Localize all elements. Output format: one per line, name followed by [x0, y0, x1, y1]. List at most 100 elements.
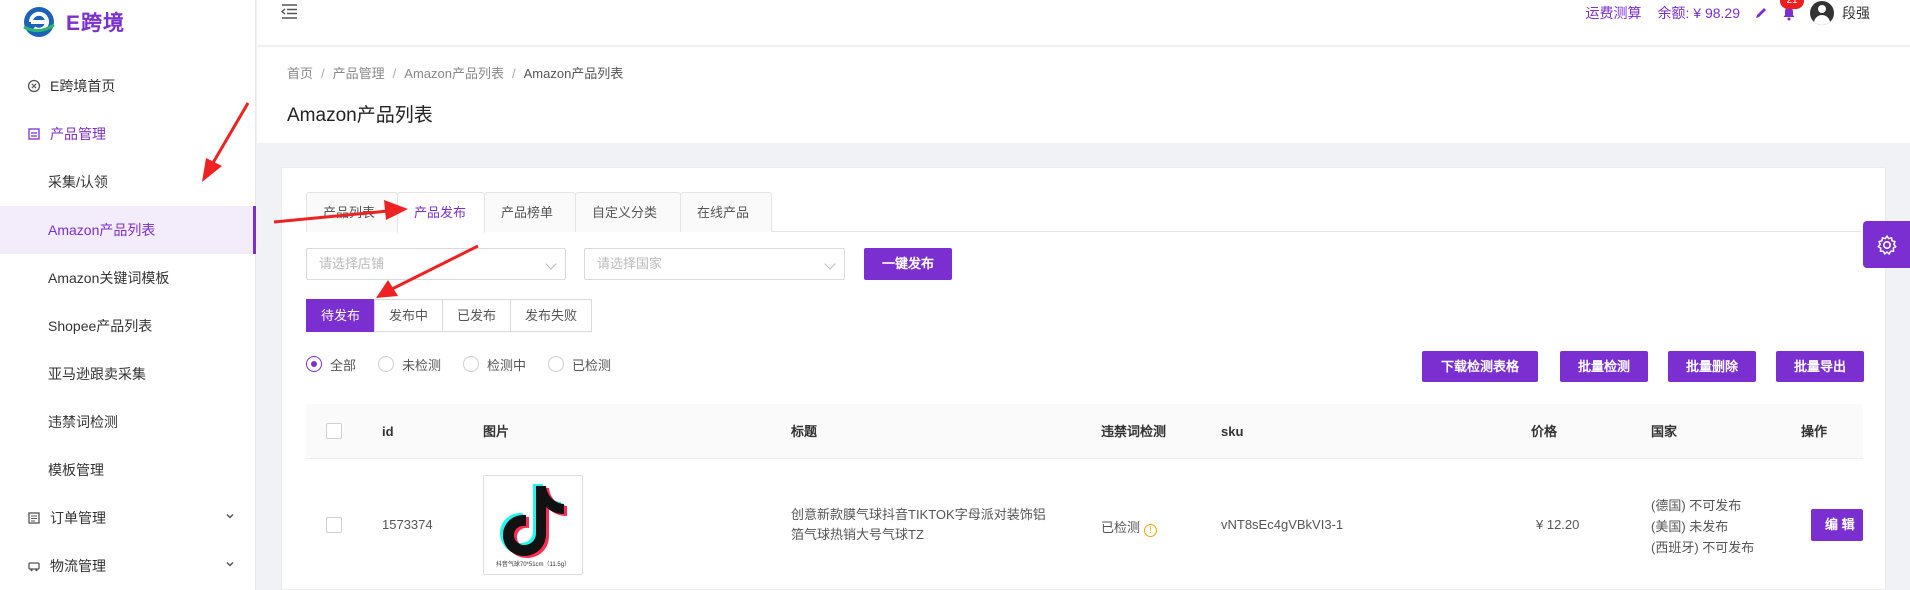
sidebar-item-label: 违禁词检测 — [48, 414, 118, 430]
radio-all[interactable]: 全部 — [306, 355, 356, 374]
status-tabs: 待发布 发布中 已发布 发布失败 — [306, 299, 593, 332]
status-published[interactable]: 已发布 — [442, 299, 512, 332]
sidebar-item-amazon-keywords[interactable]: Amazon关键词模板 — [0, 254, 255, 302]
select-all-checkbox[interactable] — [326, 423, 342, 439]
radio-unchecked[interactable]: 未检测 — [378, 355, 441, 374]
settings-tab[interactable] — [1863, 221, 1910, 268]
cell-country-de: (德国) 不可发布 — [1651, 498, 1742, 513]
sidebar-item-label: Shopee产品列表 — [48, 318, 153, 334]
radio-checking[interactable]: 检测中 — [463, 355, 526, 374]
country-select[interactable]: 请选择国家 — [584, 248, 845, 280]
tab-product-ranking[interactable]: 产品榜单 — [484, 192, 576, 232]
radio-checked[interactable]: 已检测 — [548, 355, 611, 374]
balance-text: 余额: ¥ 98.29 — [1657, 5, 1741, 21]
sidebar-item-home[interactable]: E跨境首页 — [0, 62, 255, 110]
col-actions: 操作 — [1801, 424, 1828, 439]
sidebar: E跨境 E跨境首页 产品管理 采集/认领 Amazon产品列表 Amazon关键… — [0, 0, 256, 590]
tab-online-products[interactable]: 在线产品 — [680, 192, 772, 232]
sidebar-item-logistics[interactable]: 物流管理 — [0, 542, 255, 590]
menu-fold-icon[interactable] — [279, 2, 299, 20]
cell-title-line2: 箔气球热销大号气球TZ — [791, 527, 924, 542]
radio-label: 全部 — [330, 357, 357, 373]
status-pending[interactable]: 待发布 — [306, 299, 376, 332]
radio-circle — [548, 356, 565, 372]
radio-circle — [306, 356, 322, 372]
breadcrumb: 首页 / 产品管理 / Amazon产品列表 / Amazon产品列表 — [287, 66, 624, 81]
radio-label: 检测中 — [487, 357, 527, 373]
bell-icon[interactable]: 21 — [1780, 0, 1804, 21]
cell-sku: vNT8sEc4gVBkVI3-1 — [1221, 517, 1344, 532]
page-title: Amazon产品列表 — [287, 105, 433, 126]
tab-product-list[interactable]: 产品列表 — [306, 192, 398, 232]
publish-all-button[interactable]: 一键发布 — [864, 248, 952, 280]
product-table: id 图片 标题 违禁词检测 sku 价格 国家 操作 1573374 抖音气球… — [306, 404, 1863, 590]
col-title: 标题 — [791, 424, 818, 439]
store-select-placeholder: 请选择店铺 — [319, 256, 385, 271]
country-select-placeholder: 请选择国家 — [597, 256, 663, 271]
tab-custom-category[interactable]: 自定义分类 — [575, 192, 681, 232]
radio-label: 未检测 — [402, 357, 442, 373]
sidebar-item-collect[interactable]: 采集/认领 — [0, 158, 255, 206]
sidebar-item-label: Amazon产品列表 — [48, 222, 156, 238]
sidebar-item-shopee-products[interactable]: Shopee产品列表 — [0, 302, 255, 350]
sidebar-item-label: 模板管理 — [48, 462, 104, 478]
store-select[interactable]: 请选择店铺 — [306, 248, 566, 280]
tab-bar: 产品列表 产品发布 产品榜单 自定义分类 在线产品 — [306, 192, 1861, 233]
sidebar-item-banned-words[interactable]: 违禁词检测 — [0, 398, 255, 446]
tab-product-publish[interactable]: 产品发布 — [397, 192, 485, 233]
sidebar-item-label: 订单管理 — [50, 510, 106, 526]
main-card: 产品列表 产品发布 产品榜单 自定义分类 在线产品 请选择店铺 请选择国家 一键… — [281, 167, 1886, 590]
sidebar-item-label: Amazon关键词模板 — [48, 270, 170, 286]
product-image[interactable]: 抖音气球70*51cm（11.5g） — [483, 475, 583, 575]
cell-country-us: (美国) 未发布 — [1651, 519, 1729, 534]
notification-badge: 21 — [1780, 0, 1804, 9]
sidebar-item-product-management[interactable]: 产品管理 — [0, 110, 255, 158]
top-header: 运费测算 余额: ¥ 98.29 21 段强 — [257, 0, 1910, 46]
edit-icon[interactable] — [1754, 6, 1768, 20]
edit-button[interactable]: 编 辑 — [1811, 509, 1863, 541]
row-checkbox[interactable] — [326, 517, 342, 533]
logo[interactable]: E跨境 — [0, 0, 255, 44]
batch-export-button[interactable]: 批量导出 — [1776, 351, 1864, 382]
sidebar-item-label: E跨境首页 — [50, 78, 116, 94]
cell-country-es: (西班牙) 不可发布 — [1651, 540, 1755, 555]
chevron-down-icon — [824, 258, 836, 270]
table-row: 1573374 抖音气球70*51cm（11.5g） 创意新款膜气球抖音TIKT… — [306, 459, 1863, 590]
logo-icon — [22, 5, 56, 39]
radio-circle — [378, 356, 395, 372]
product-icon — [26, 126, 42, 142]
sidebar-item-label: 物流管理 — [50, 558, 106, 574]
breadcrumb-item[interactable]: 首页 — [287, 66, 313, 81]
sidebar-menu: E跨境首页 产品管理 采集/认领 Amazon产品列表 Amazon关键词模板 … — [0, 62, 256, 590]
sidebar-item-label: 采集/认领 — [48, 174, 108, 190]
sidebar-item-amazon-follow[interactable]: 亚马逊跟卖采集 — [0, 350, 255, 398]
status-failed[interactable]: 发布失败 — [510, 299, 593, 332]
freight-calc-link[interactable]: 运费测算 — [1586, 3, 1642, 23]
gear-icon — [1876, 234, 1897, 255]
image-caption: 抖音气球70*51cm（11.5g） — [495, 562, 571, 568]
table-header: id 图片 标题 违禁词检测 sku 价格 国家 操作 — [306, 404, 1863, 459]
breadcrumb-item[interactable]: Amazon产品列表 — [404, 66, 504, 81]
download-report-button[interactable]: 下载检测表格 — [1422, 351, 1538, 382]
status-publishing[interactable]: 发布中 — [374, 299, 444, 332]
header-right: 运费测算 余额: ¥ 98.29 21 段强 — [1586, 0, 1870, 26]
cell-detection: 已检测 — [1101, 520, 1141, 535]
sidebar-item-label: 亚马逊跟卖采集 — [48, 366, 146, 382]
cell-price: ¥ 12.20 — [1536, 517, 1580, 532]
col-id: id — [382, 424, 394, 439]
batch-check-button[interactable]: 批量检测 — [1560, 351, 1648, 382]
breadcrumb-current: Amazon产品列表 — [523, 66, 624, 81]
warning-icon[interactable]: ! — [1144, 524, 1158, 537]
batch-delete-button[interactable]: 批量删除 — [1668, 351, 1756, 382]
sidebar-item-amazon-products[interactable]: Amazon产品列表 — [0, 206, 256, 254]
sidebar-item-orders[interactable]: 订单管理 — [0, 494, 255, 542]
sidebar-item-templates[interactable]: 模板管理 — [0, 446, 255, 494]
order-icon — [26, 510, 42, 526]
radio-circle — [463, 356, 480, 372]
avatar[interactable] — [1810, 1, 1834, 25]
chevron-down-icon — [545, 258, 557, 270]
breadcrumb-item[interactable]: 产品管理 — [333, 66, 385, 81]
page-header: 首页 / 产品管理 / Amazon产品列表 / Amazon产品列表 Amazon产品列表 — [257, 47, 1910, 143]
username[interactable]: 段强 — [1842, 3, 1870, 23]
home-icon — [26, 78, 42, 94]
